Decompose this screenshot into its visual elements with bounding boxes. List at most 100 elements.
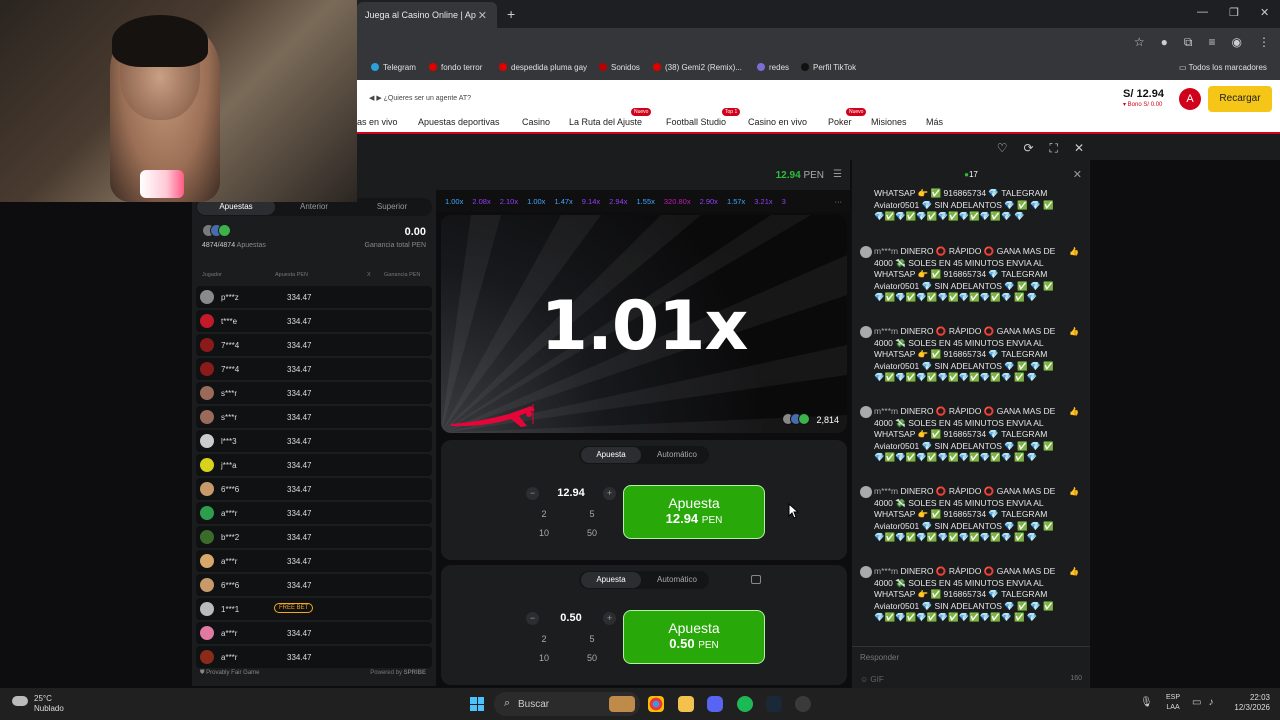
media-icon[interactable]: ≡ [1209,35,1216,50]
like-icon[interactable]: 👍 [1069,246,1079,258]
close-tab-icon[interactable]: ✕ [478,9,487,22]
network-icon[interactable]: ▭ [1192,697,1201,708]
chrome-icon[interactable] [648,696,664,712]
chat-avatar [860,246,872,258]
bookmark-star-icon[interactable]: ☆ [1134,35,1145,50]
nav-item-misiones[interactable]: Misiones [871,117,907,127]
microphone-icon[interactable]: 🎙 [1140,697,1153,708]
weather-widget[interactable]: 25°C Nublado [12,694,64,714]
quick-amount-50[interactable]: 50 [572,528,612,542]
extension-color-icon[interactable]: ● [1161,35,1168,50]
tab-bet[interactable]: Apuesta [581,572,641,588]
language-indicator[interactable]: ESP LAA [1166,693,1180,713]
all-bookmarks-label: Todos los marcadores [1188,63,1267,72]
player-avatar [200,578,214,592]
bookmark-tiktok[interactable]: Perfil TikTok [801,63,856,72]
emoji-gif-icons[interactable]: ☺ GIF [860,675,884,684]
chat-input[interactable]: Responder ☺ GIF 160 [852,646,1090,688]
quick-amount-5[interactable]: 5 [572,509,612,523]
like-icon[interactable]: 👍 [1069,486,1079,498]
bet-amount: 334.47 [287,557,312,566]
minus-icon[interactable]: − [526,612,539,625]
bookmark-gemi2[interactable]: (38) Gemi2 (Remix)... [653,63,742,72]
close-game-icon[interactable]: ✕ [1074,141,1084,156]
remove-panel-icon[interactable] [751,575,761,584]
tab-auto[interactable]: Automático [647,575,707,584]
spotify-icon[interactable] [737,696,753,712]
nav-item-apuestas-en-vivo[interactable]: as en vivo [357,117,398,127]
windows-start-icon[interactable] [470,697,484,711]
bookmark-redes[interactable]: redes [757,63,789,72]
fullscreen-icon[interactable]: ⛶ [1050,141,1058,156]
tab-auto[interactable]: Automático [647,450,707,459]
minimize-icon[interactable]: — [1197,6,1208,18]
steam-icon[interactable] [766,696,782,712]
profile-icon[interactable]: ◉ [1232,35,1242,50]
bookmark-sonidos[interactable]: Sonidos [599,63,640,72]
quick-amount-2[interactable]: 2 [524,509,564,523]
restore-icon[interactable]: ❐ [1229,6,1239,19]
plus-icon[interactable]: + [603,487,616,500]
nav-item-ruta-ajuste[interactable]: La Ruta del Ajuste Nuevo [569,108,652,127]
games-widget-icon[interactable] [609,696,635,712]
player-name: 6***6 [221,581,240,590]
quick-amount-2[interactable]: 2 [524,634,564,648]
quick-amount-10[interactable]: 10 [524,528,564,542]
nav-item-casino[interactable]: Casino [522,117,550,127]
game-menu-icon[interactable]: ☰ [833,169,842,180]
address-bar[interactable]: ☆ ● ⧉ ≡ ◉ ⋮ [357,28,1280,56]
favorite-icon[interactable]: ♡ [997,141,1008,156]
all-bookmarks[interactable]: ▭ Todos los marcadores [1179,63,1267,72]
minus-icon[interactable]: − [526,487,539,500]
bet-amount-stepper[interactable]: − 0.50 + [526,610,616,628]
chat-username: m***m [874,566,899,576]
bet-amount-value[interactable]: 0.50 [560,612,581,624]
like-icon[interactable]: 👍 [1069,566,1079,578]
bookmark-fondo-terror[interactable]: fondo terror [429,63,482,72]
agent-link[interactable]: ◀ ▶ ¿Quieres ser un agente AT? [369,94,471,102]
nav-item-mas[interactable]: Más [926,117,943,127]
more-history-icon[interactable]: ··· [835,197,843,206]
multiplier-history-item: 1.55x [636,197,655,206]
place-bet-button[interactable]: Apuesta 0.50 PEN [623,610,765,664]
new-tab-icon[interactable]: + [507,6,515,22]
chat-message-text: m***m DINERO ⭕ RÁPIDO ⭕ GANA MAS DE 4000… [874,566,1060,624]
tab-anterior[interactable]: Anterior [275,202,353,211]
recharge-button[interactable]: Recargar [1208,86,1272,112]
user-avatar[interactable]: A [1179,88,1201,110]
nav-item-casino-en-vivo[interactable]: Casino en vivo [748,117,807,127]
like-icon[interactable]: 👍 [1069,406,1079,418]
provably-fair[interactable]: ⛊ Provably Fair Game [200,670,260,676]
app-icon[interactable] [795,696,811,712]
quick-amount-50[interactable]: 50 [572,653,612,667]
bet-row: a***r 334.47 [196,646,432,668]
player-avatar [200,290,214,304]
clock[interactable]: 22:03 12/3/2026 [1234,693,1270,713]
like-icon[interactable]: 👍 [1069,326,1079,338]
player-avatar [200,314,214,328]
bookmark-telegram[interactable]: Telegram [371,63,416,72]
nav-item-apuestas-deportivas[interactable]: Apuestas deportivas [418,117,500,127]
nav-item-football-studio[interactable]: Football Studio Top 1 [666,108,741,127]
refresh-icon[interactable]: ⟳ [1023,141,1033,156]
quick-amount-5[interactable]: 5 [572,634,612,648]
extensions-icon[interactable]: ⧉ [1184,35,1193,50]
bet-amount-stepper[interactable]: − 12.94 + [526,485,616,503]
plus-icon[interactable]: + [603,612,616,625]
led-light [140,170,184,198]
multiplier-history[interactable]: 1.00x 2.08x 2.10x 1.00x 1.47x 9.14x 2.94x 1.55x… [436,190,850,212]
menu-icon[interactable]: ⋮ [1258,35,1270,50]
bookmark-despedida[interactable]: despedida pluma gay [499,63,587,72]
discord-icon[interactable] [707,696,723,712]
quick-amount-10[interactable]: 10 [524,653,564,667]
close-window-icon[interactable]: ✕ [1260,6,1269,19]
nav-item-poker[interactable]: Poker Nuevo [828,108,867,127]
tab-bet[interactable]: Apuesta [581,447,641,463]
tab-superior[interactable]: Superior [353,202,431,211]
folder-icon[interactable] [678,696,694,712]
bet-amount-value[interactable]: 12.94 [557,487,585,499]
volume-icon[interactable]: ♪ [1208,697,1213,708]
browser-tab[interactable]: Juega al Casino Online | Ap ✕ [357,2,497,28]
place-bet-button[interactable]: Apuesta 12.94 PEN [623,485,765,539]
clock-date: 12/3/2026 [1234,703,1270,712]
